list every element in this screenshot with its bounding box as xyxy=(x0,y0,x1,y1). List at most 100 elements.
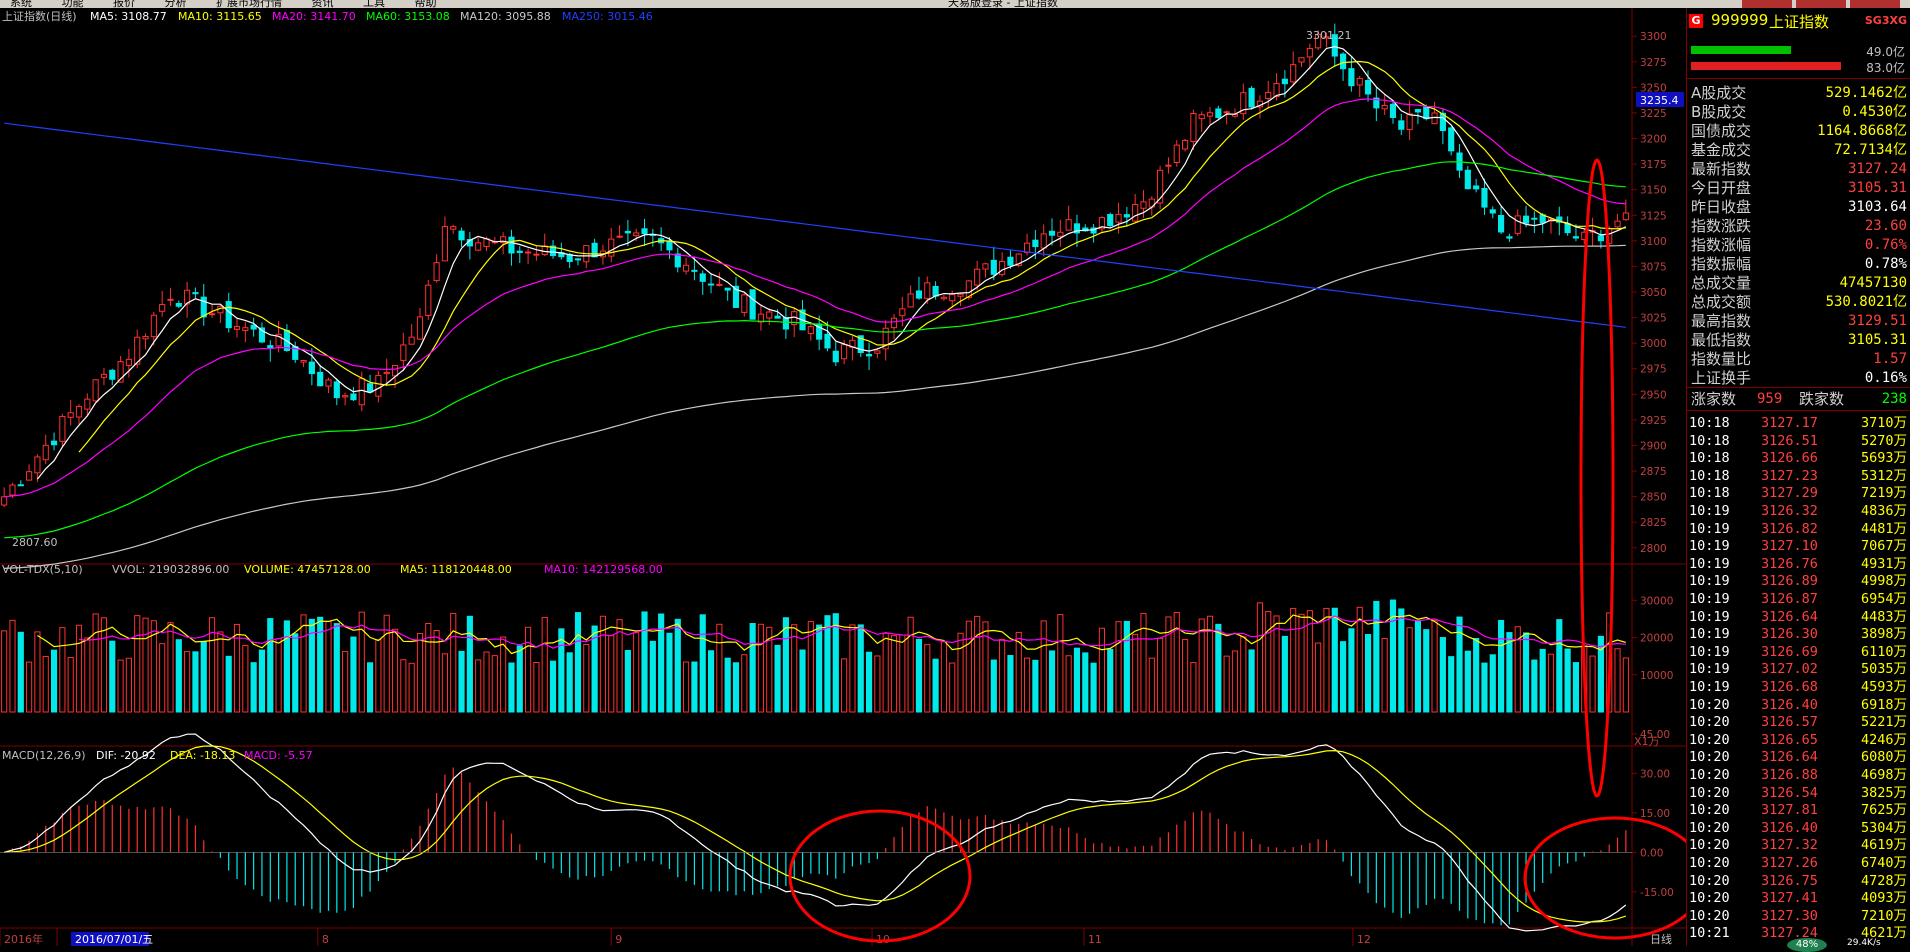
tick-row: 10:20 3126.54 3825万 xyxy=(1687,784,1910,802)
candle-body xyxy=(1381,105,1388,110)
candle-body xyxy=(591,242,598,258)
candle-body xyxy=(525,251,532,254)
tick-time: 10:20 xyxy=(1689,837,1730,854)
candle-body xyxy=(375,374,382,397)
menu-item-extended-market[interactable]: 扩展市场行情 xyxy=(216,0,282,8)
tick-time: 10:19 xyxy=(1689,626,1730,643)
candle-body xyxy=(624,230,631,234)
menu-item-system[interactable]: 系统 xyxy=(10,0,32,8)
volume-bar xyxy=(1547,653,1555,713)
index-name: 上证指数 xyxy=(1769,13,1830,31)
candle-body xyxy=(1498,214,1505,233)
candle-body xyxy=(333,381,340,399)
volume-bar xyxy=(1107,648,1114,713)
tick-volume: 5312万 xyxy=(1860,467,1907,484)
tick-price: 3127.29 xyxy=(1761,485,1818,502)
volume-bar xyxy=(974,615,981,713)
candle-body xyxy=(441,226,449,262)
volume-bar xyxy=(932,658,939,713)
volume-bar xyxy=(691,661,698,713)
volume-bar xyxy=(433,630,440,713)
stat-row: 最新指数 3127.24 xyxy=(1687,160,1910,179)
volume-bar xyxy=(117,659,124,713)
status-speed: 29.4K/s xyxy=(1847,938,1881,948)
menu-bar: 系统 功能 报价 分析 扩展市场行情 资讯 工具 帮助 xyxy=(10,0,463,8)
menu-item-function[interactable]: 功能 xyxy=(62,0,84,8)
news-button[interactable] xyxy=(1796,0,1846,8)
tick-row: 10:19 3126.89 4998万 xyxy=(1687,572,1910,590)
volume-bar xyxy=(217,631,224,713)
macd-tick-label: 15.00 xyxy=(1640,808,1670,820)
trade-button[interactable] xyxy=(1850,0,1900,8)
tick-volume: 3898万 xyxy=(1860,626,1907,643)
candle-body xyxy=(841,344,848,360)
volume-bar xyxy=(1439,637,1446,713)
candle-body xyxy=(34,456,41,474)
volume-bar xyxy=(1398,608,1405,713)
stat-value: 23.60 xyxy=(1864,218,1907,234)
volume-bar xyxy=(558,628,565,713)
volume-bar xyxy=(1423,629,1430,713)
candle-body xyxy=(317,371,324,387)
tick-row: 10:18 3126.51 5270万 xyxy=(1687,432,1910,450)
stat-value: 530.8021亿 xyxy=(1825,294,1907,310)
tick-volume: 4931万 xyxy=(1860,555,1907,572)
macd-tick-label: -15.00 xyxy=(1640,887,1674,899)
stat-label: 上证换手 xyxy=(1691,369,1752,387)
candle-body xyxy=(940,296,947,300)
candle-body xyxy=(1165,164,1172,167)
volume-bar xyxy=(1248,649,1255,713)
volume-bar xyxy=(84,637,91,713)
period-label[interactable]: 日线 xyxy=(1650,932,1672,946)
candle-body xyxy=(999,260,1006,275)
volume-bar xyxy=(350,636,357,713)
tick-time: 10:20 xyxy=(1689,696,1730,713)
stat-row: 国债成交 1164.8668亿 xyxy=(1687,122,1910,141)
decline-label: 跌家数 xyxy=(1799,390,1845,408)
candle-body xyxy=(874,350,881,354)
candle-body xyxy=(17,484,24,487)
volume-bar xyxy=(167,622,174,713)
volume-bar xyxy=(1231,650,1239,713)
volume-bar xyxy=(1265,611,1272,713)
volume-bar xyxy=(1456,616,1463,713)
menu-item-news[interactable]: 资讯 xyxy=(312,0,334,8)
tick-row: 10:19 3127.02 5035万 xyxy=(1687,660,1910,678)
price-tick-label: 3275 xyxy=(1640,57,1667,69)
volume-bar xyxy=(1373,600,1380,713)
volume-bar xyxy=(699,614,706,713)
tick-price: 3126.57 xyxy=(1761,714,1818,731)
candle-body xyxy=(1065,219,1072,231)
stat-label: 最高指数 xyxy=(1691,312,1752,330)
badge-icon: G xyxy=(1689,14,1703,28)
stat-label: 最新指数 xyxy=(1691,160,1752,178)
menu-item-tools[interactable]: 工具 xyxy=(363,0,385,8)
tick-row: 10:18 3127.23 5312万 xyxy=(1687,467,1910,485)
volume-bar xyxy=(366,662,374,713)
tick-row: 10:19 3126.82 4481万 xyxy=(1687,520,1910,538)
tick-time: 10:19 xyxy=(1689,538,1730,555)
stat-label: 指数量比 xyxy=(1691,350,1752,368)
volume-bar xyxy=(342,651,349,713)
candle-body xyxy=(1431,112,1438,125)
tick-price: 3126.40 xyxy=(1761,696,1818,713)
volume-bar xyxy=(824,615,831,713)
volume-bar xyxy=(541,616,548,713)
tick-time: 10:19 xyxy=(1689,679,1730,695)
volume-bar xyxy=(333,623,340,713)
volume-bar xyxy=(100,617,108,713)
tick-time: 10:21 xyxy=(1689,925,1730,942)
menu-item-quote[interactable]: 报价 xyxy=(113,0,135,8)
volume-bar xyxy=(566,652,573,713)
menu-item-help[interactable]: 帮助 xyxy=(415,0,437,8)
candle-body xyxy=(1398,120,1405,130)
menu-item-analysis[interactable]: 分析 xyxy=(165,0,187,8)
vol-legend-title: VOL-TDX(5,10) xyxy=(2,563,83,576)
candle-body xyxy=(990,259,997,275)
volume-bar xyxy=(732,662,740,713)
candle-body xyxy=(633,232,640,237)
kline-chart[interactable]: 3300327532503225320031753150312531003075… xyxy=(0,8,1686,946)
tick-time: 10:19 xyxy=(1689,591,1730,607)
quote-button[interactable] xyxy=(1742,0,1792,8)
volume-bar xyxy=(608,635,615,713)
